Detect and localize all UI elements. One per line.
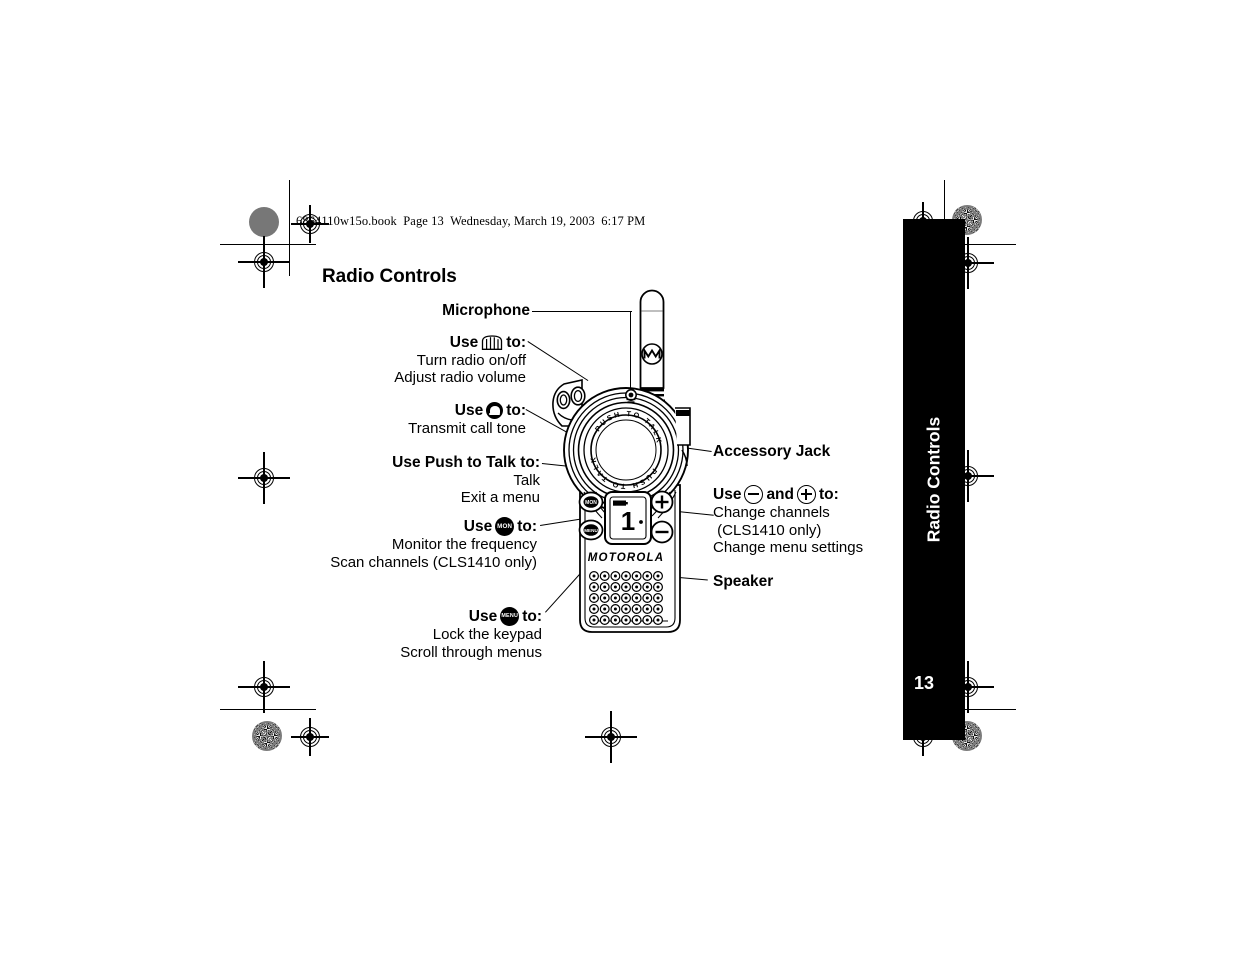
motorola-wordmark: MOTOROLA (588, 552, 664, 564)
antenna (639, 289, 665, 404)
callout-speaker-label: Speaker (713, 573, 774, 590)
callout-volume-to-label: to: (506, 334, 526, 351)
callout-monitor: Use MON to: Monitor the frequency Scan c… (280, 517, 537, 571)
callout-speaker: Speaker (713, 573, 913, 591)
volume-knob-icon (481, 335, 503, 351)
minus-button-icon (744, 485, 764, 504)
lcd-channel-digit: 1 (621, 506, 635, 536)
callout-channel-to-label: to: (819, 485, 839, 503)
callout-menu-line-2: Scroll through menus (400, 643, 542, 661)
manual-page: 6864110w15o.book Page 13 Wednesday, Marc… (0, 0, 1235, 954)
chapter-side-tab: Radio Controls 13 (903, 219, 965, 740)
callout-volume-use-label: Use (449, 334, 479, 351)
channel-up-button (650, 490, 674, 514)
callout-channel-and-label: and (766, 485, 794, 503)
callout-push-to-talk: Use Push to Talk to: Talk Exit a menu (300, 454, 540, 507)
halftone-patch-bottom-left (252, 721, 282, 751)
registration-mark-bottom-left (238, 661, 290, 713)
callout-menu: Use MENU to: Lock the keypad Scroll thro… (300, 607, 542, 661)
crop-line-bottom-left (220, 709, 316, 711)
menu-button: MENU (578, 519, 604, 541)
callout-monitor-to-label: to: (517, 517, 537, 535)
radio-illustration: PUSH TO TALK PUSH TO TALK 1 MON MENU MOT… (540, 280, 720, 650)
callout-menu-use-label: Use (468, 607, 498, 625)
registration-mark-top-left (238, 236, 290, 288)
page-title: Radio Controls (322, 266, 457, 287)
page-number: 13 (914, 673, 935, 693)
svg-text:MENU: MENU (584, 528, 598, 533)
mon-button-icon: MON (495, 517, 515, 536)
plus-button-icon (797, 485, 816, 504)
channel-down-button (650, 520, 674, 544)
running-header: 6864110w15o.book Page 13 Wednesday, Marc… (296, 214, 646, 228)
callout-microphone-label: Microphone (442, 302, 530, 319)
callout-microphone: Microphone (330, 302, 530, 320)
halftone-patch-top-left (249, 207, 279, 237)
callout-monitor-use-label: Use (463, 517, 493, 535)
callout-volume-line-2: Adjust radio volume (394, 369, 526, 386)
callout-accessory-jack-label: Accessory Jack (713, 443, 831, 460)
callout-ptt-line-2: Exit a menu (460, 489, 540, 506)
registration-mark-bottom-inner-left (291, 718, 329, 756)
registration-mark-middle-left (238, 452, 290, 504)
callout-ptt-line-1: Talk (513, 471, 540, 489)
callout-call-tone: Use to: Transmit call tone (300, 402, 526, 437)
registration-mark-bottom-center (585, 711, 637, 763)
callout-volume-knob: Use to: Turn radio on/off Adjust radio v… (300, 334, 526, 387)
call-bell-icon (486, 402, 504, 420)
callout-accessory-jack: Accessory Jack (713, 443, 933, 461)
side-tab-title: Radio Controls (923, 416, 944, 542)
menu-button-icon: MENU (500, 607, 520, 626)
callout-call-to-label: to: (506, 402, 526, 419)
callout-monitor-line-1: Monitor the frequency (391, 536, 537, 553)
callout-monitor-line-2: Scan channels (CLS1410 only) (330, 553, 537, 571)
mon-button: MON (578, 491, 604, 513)
callout-ptt-label: Use Push to Talk to: (392, 454, 540, 471)
callout-call-use-label: Use (454, 402, 484, 419)
callout-volume-line-1: Turn radio on/off (416, 351, 526, 369)
callout-call-line-1: Transmit call tone (408, 419, 526, 437)
lcd-display: 1 (604, 491, 652, 545)
callout-menu-line-1: Lock the keypad (432, 626, 542, 643)
svg-text:MON: MON (585, 500, 597, 506)
